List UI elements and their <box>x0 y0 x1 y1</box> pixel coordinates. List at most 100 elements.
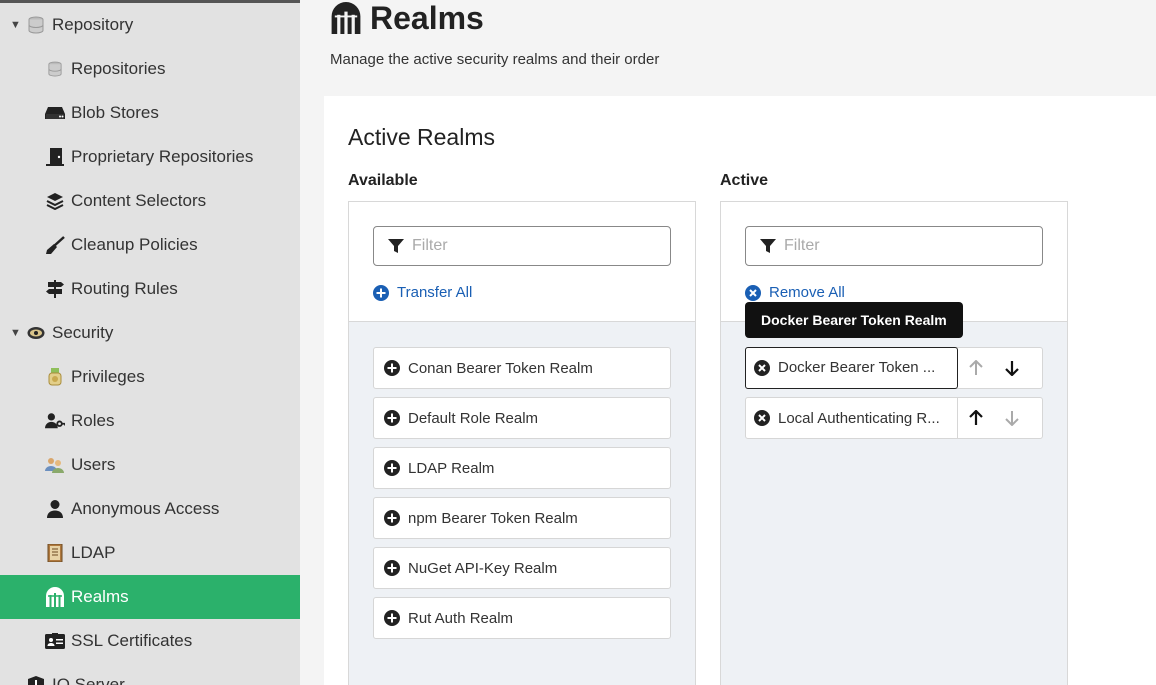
realm-label: npm Bearer Token Realm <box>408 509 578 527</box>
page-title: Realms <box>370 0 484 36</box>
card-title: Active Realms <box>348 124 495 150</box>
x-circle-icon[interactable] <box>754 410 770 426</box>
move-down-button[interactable] <box>994 398 1030 438</box>
sidebar-item-label: Proprietary Repositories <box>71 147 254 166</box>
available-label: Available <box>348 172 418 189</box>
available-realm-item[interactable]: Default Role Realm <box>373 397 671 439</box>
sidebar-item-label: Realms <box>71 587 129 606</box>
shield-icon <box>26 675 46 685</box>
sidebar-item-label: Users <box>71 455 116 474</box>
sidebar-group-repository[interactable]: ▼ Repository <box>0 3 300 47</box>
sidebar-item-routing-rules[interactable]: Routing Rules <box>0 267 300 311</box>
sidebar-group-security[interactable]: ▼ Security <box>0 311 300 355</box>
sidebar-group-label: Repository <box>52 15 134 34</box>
sidebar-item-label: Routing Rules <box>71 279 178 298</box>
arrow-down-icon <box>1005 361 1019 376</box>
realm-label: Docker Bearer Token ... <box>778 359 936 376</box>
sidebar-item-label: SSL Certificates <box>71 631 193 650</box>
sidebar-item-label: Privileges <box>71 367 145 386</box>
remove-all-label: Remove All <box>769 284 845 301</box>
users-icon <box>45 455 65 475</box>
realm-label: NuGet API-Key Realm <box>408 559 558 577</box>
x-circle-icon <box>745 284 761 301</box>
caret-down-icon[interactable]: ▼ <box>10 327 22 339</box>
plus-circle-icon[interactable] <box>384 510 400 526</box>
available-panel: Transfer All Conan Bearer Token Realm De… <box>348 201 696 685</box>
sidebar-item-users[interactable]: Users <box>0 443 300 487</box>
sidebar-group-label: IQ Server <box>52 675 125 685</box>
sidebar-item-proprietary-repositories[interactable]: Proprietary Repositories <box>0 135 300 179</box>
database-icon <box>45 59 65 79</box>
plus-circle-icon[interactable] <box>384 560 400 576</box>
available-filter-input[interactable] <box>412 237 662 255</box>
sidebar-item-privileges[interactable]: Privileges <box>0 355 300 399</box>
sidebar-item-label: Cleanup Policies <box>71 235 198 254</box>
filter-icon <box>388 238 404 254</box>
arrow-down-icon <box>1005 411 1019 426</box>
caret-down-icon[interactable]: ▼ <box>10 19 22 31</box>
arrow-up-icon <box>969 410 983 425</box>
medal-icon <box>45 367 65 387</box>
plus-circle-icon[interactable] <box>384 460 400 476</box>
arrow-up-icon <box>969 360 983 375</box>
sidebar: ▼ Repository Repositories Blob Stores Pr… <box>0 0 300 685</box>
main-content: Realms Manage the active security realms… <box>300 0 1156 685</box>
tooltip: Docker Bearer Token Realm <box>745 302 963 338</box>
active-realm-item: Docker Bearer Token ... <box>745 346 1043 389</box>
realm-label: Conan Bearer Token Realm <box>408 359 593 377</box>
sidebar-item-roles[interactable]: Roles <box>0 399 300 443</box>
sidebar-item-ssl-certificates[interactable]: SSL Certificates <box>0 619 300 663</box>
sidebar-item-blob-stores[interactable]: Blob Stores <box>0 91 300 135</box>
sidebar-item-ldap[interactable]: LDAP <box>0 531 300 575</box>
available-filter[interactable] <box>373 226 671 266</box>
active-panel: Remove All Docker Bearer Token ... <box>720 201 1068 685</box>
move-up-button[interactable] <box>958 398 994 438</box>
sidebar-item-cleanup-policies[interactable]: Cleanup Policies <box>0 223 300 267</box>
signpost-icon <box>45 279 65 299</box>
active-realm-name[interactable]: Local Authenticating R... <box>746 397 958 439</box>
move-down-button[interactable] <box>994 348 1030 388</box>
database-icon <box>26 15 46 35</box>
available-panel-header: Transfer All <box>349 202 695 322</box>
active-filter[interactable] <box>745 226 1043 266</box>
plus-circle-icon[interactable] <box>384 410 400 426</box>
transfer-all-button[interactable]: Transfer All <box>373 284 472 301</box>
plus-circle-icon[interactable] <box>384 360 400 376</box>
active-filter-input[interactable] <box>784 237 1034 255</box>
page-subtitle: Manage the active security realms and th… <box>330 51 660 68</box>
plus-circle-icon[interactable] <box>384 610 400 626</box>
sidebar-item-label: LDAP <box>71 543 116 562</box>
realm-label: Local Authenticating R... <box>778 409 940 427</box>
available-realm-item[interactable]: LDAP Realm <box>373 447 671 489</box>
sidebar-item-repositories[interactable]: Repositories <box>0 47 300 91</box>
sidebar-item-content-selectors[interactable]: Content Selectors <box>0 179 300 223</box>
sidebar-item-label: Blob Stores <box>71 103 159 122</box>
user-icon <box>45 499 65 519</box>
sidebar-group-label: Security <box>52 323 114 342</box>
sidebar-item-realms[interactable]: Realms <box>0 575 300 619</box>
sidebar-group-iq-server[interactable]: IQ Server <box>0 663 300 685</box>
eye-badge-icon <box>26 323 46 343</box>
sidebar-item-label: Repositories <box>71 59 166 78</box>
available-realm-item[interactable]: npm Bearer Token Realm <box>373 497 671 539</box>
broom-icon <box>45 235 65 255</box>
sidebar-item-anonymous-access[interactable]: Anonymous Access <box>0 487 300 531</box>
realm-gate-icon <box>330 2 362 34</box>
hdd-icon <box>45 103 65 123</box>
book-icon <box>45 543 65 563</box>
realm-label: LDAP Realm <box>408 459 495 477</box>
available-realm-item[interactable]: NuGet API-Key Realm <box>373 547 671 589</box>
sidebar-item-label: Content Selectors <box>71 191 207 210</box>
remove-all-button[interactable]: Remove All <box>745 284 845 301</box>
move-up-button[interactable] <box>958 348 994 388</box>
transfer-all-label: Transfer All <box>397 284 473 301</box>
door-icon <box>45 147 65 167</box>
sidebar-item-label: Anonymous Access <box>71 499 220 518</box>
plus-circle-icon <box>373 284 389 301</box>
available-realm-item[interactable]: Conan Bearer Token Realm <box>373 347 671 389</box>
active-realm-name[interactable]: Docker Bearer Token ... <box>745 346 958 389</box>
x-circle-icon[interactable] <box>754 359 770 376</box>
available-realm-item[interactable]: Rut Auth Realm <box>373 597 671 639</box>
active-realm-item: Local Authenticating R... <box>745 397 1043 439</box>
filter-icon <box>760 238 776 254</box>
